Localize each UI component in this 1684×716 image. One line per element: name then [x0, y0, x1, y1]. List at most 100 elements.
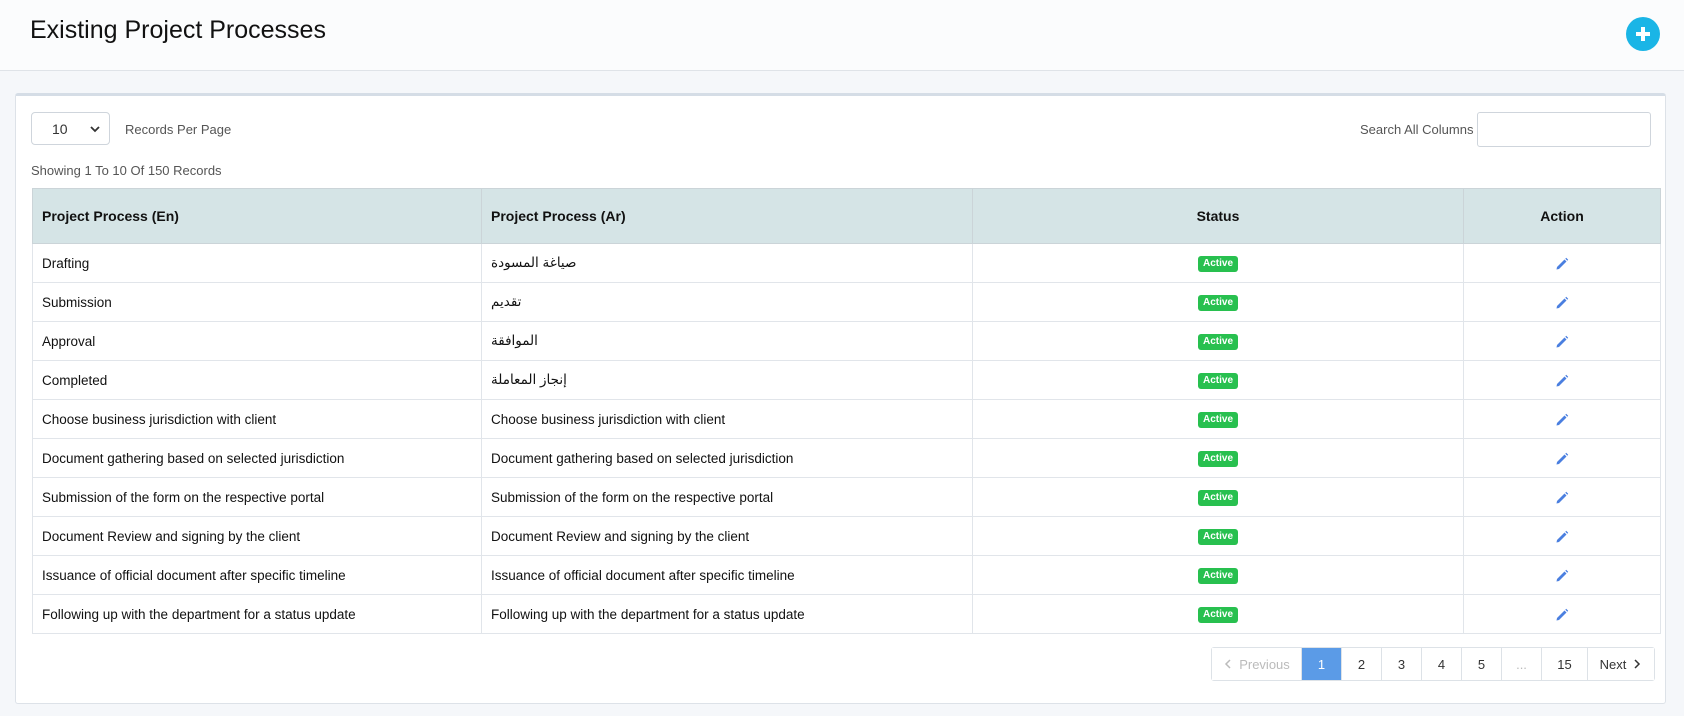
search-label: Search All Columns — [1360, 122, 1474, 137]
pagination: Previous 1 2 3 4 5 ... 15 Next — [1211, 647, 1655, 681]
page-button-15[interactable]: 15 — [1541, 648, 1587, 680]
previous-page-button[interactable]: Previous — [1212, 648, 1301, 680]
status-cell: Active — [972, 555, 1464, 595]
action-cell — [1463, 282, 1661, 322]
edit-pencil-icon[interactable] — [1555, 335, 1569, 349]
status-badge: Active — [1197, 529, 1238, 545]
page-button-2[interactable]: 2 — [1341, 648, 1381, 680]
action-cell — [1463, 360, 1661, 400]
action-cell — [1463, 399, 1661, 439]
process-name-ar: صياغة المسودة — [481, 243, 973, 283]
page-title: Existing Project Processes — [30, 16, 326, 44]
chevron-left-icon — [1225, 659, 1231, 669]
status-cell: Active — [972, 477, 1464, 517]
records-per-page-label: Records Per Page — [125, 122, 232, 137]
action-cell — [1463, 555, 1661, 595]
process-name-ar: الموافقة — [481, 321, 973, 361]
search-input[interactable] — [1477, 112, 1651, 147]
add-process-button[interactable] — [1626, 17, 1660, 51]
per-page-value: 10 — [52, 120, 68, 137]
column-header-action: Action — [1463, 188, 1661, 244]
table-row: Document Review and signing by the clien… — [32, 516, 1661, 556]
process-name-ar: تقديم — [481, 282, 973, 322]
table-header-row: Project Process (En) Project Process (Ar… — [32, 188, 1661, 244]
page-button-4[interactable]: 4 — [1421, 648, 1461, 680]
action-cell — [1463, 477, 1661, 517]
page-button-1[interactable]: 1 — [1301, 648, 1341, 680]
status-badge: Active — [1197, 451, 1238, 467]
status-badge: Active — [1197, 412, 1238, 428]
process-name-ar: Document gathering based on selected jur… — [481, 438, 973, 478]
process-name-en: Document Review and signing by the clien… — [32, 516, 482, 556]
edit-pencil-icon[interactable] — [1555, 374, 1569, 388]
process-name-ar: Choose business jurisdiction with client — [481, 399, 973, 439]
process-name-en: Submission — [32, 282, 482, 322]
table-row: Issuance of official document after spec… — [32, 555, 1661, 595]
edit-pencil-icon[interactable] — [1555, 296, 1569, 310]
process-name-ar: Following up with the department for a s… — [481, 594, 973, 634]
process-name-en: Completed — [32, 360, 482, 400]
edit-pencil-icon[interactable] — [1555, 569, 1569, 583]
table-row: Choose business jurisdiction with client… — [32, 399, 1661, 439]
table-row: Submission of the form on the respective… — [32, 477, 1661, 517]
table-row: Completed إنجاز المعاملة Active — [32, 360, 1661, 400]
action-cell — [1463, 243, 1661, 283]
page-button-3[interactable]: 3 — [1381, 648, 1421, 680]
process-name-en: Following up with the department for a s… — [32, 594, 482, 634]
action-cell — [1463, 516, 1661, 556]
process-name-ar: Submission of the form on the respective… — [481, 477, 973, 517]
process-name-en: Choose business jurisdiction with client — [32, 399, 482, 439]
next-page-button[interactable]: Next — [1587, 648, 1654, 680]
process-name-en: Drafting — [32, 243, 482, 283]
status-cell: Active — [972, 594, 1464, 634]
status-cell: Active — [972, 243, 1464, 283]
status-cell: Active — [972, 321, 1464, 361]
records-card: 10 Records Per Page Search All Columns S… — [15, 93, 1666, 704]
status-badge: Active — [1197, 568, 1238, 584]
status-cell: Active — [972, 282, 1464, 322]
plus-icon — [1636, 27, 1650, 41]
edit-pencil-icon[interactable] — [1555, 413, 1569, 427]
records-count-text: Showing 1 To 10 Of 150 Records — [31, 163, 222, 178]
edit-pencil-icon[interactable] — [1555, 452, 1569, 466]
edit-pencil-icon[interactable] — [1555, 608, 1569, 622]
process-name-ar: Document Review and signing by the clien… — [481, 516, 973, 556]
table-row: Approval الموافقة Active — [32, 321, 1661, 361]
status-badge: Active — [1197, 295, 1238, 311]
status-badge: Active — [1197, 334, 1238, 350]
processes-table: Project Process (En) Project Process (Ar… — [32, 188, 1661, 634]
process-name-ar: إنجاز المعاملة — [481, 360, 973, 400]
process-name-ar: Issuance of official document after spec… — [481, 555, 973, 595]
status-cell: Active — [972, 438, 1464, 478]
page-header: Existing Project Processes — [0, 0, 1684, 71]
process-name-en: Approval — [32, 321, 482, 361]
column-header-ar[interactable]: Project Process (Ar) — [481, 188, 973, 244]
column-header-en[interactable]: Project Process (En) — [32, 188, 482, 244]
previous-label: Previous — [1239, 656, 1290, 672]
process-name-en: Issuance of official document after spec… — [32, 555, 482, 595]
chevron-right-icon — [1634, 659, 1641, 669]
edit-pencil-icon[interactable] — [1555, 530, 1569, 544]
column-header-status[interactable]: Status — [972, 188, 1464, 244]
page-button-5[interactable]: 5 — [1461, 648, 1501, 680]
status-cell: Active — [972, 516, 1464, 556]
edit-pencil-icon[interactable] — [1555, 491, 1569, 505]
edit-pencil-icon[interactable] — [1555, 257, 1569, 271]
action-cell — [1463, 321, 1661, 361]
action-cell — [1463, 594, 1661, 634]
next-label: Next — [1599, 656, 1627, 672]
table-row: Document gathering based on selected jur… — [32, 438, 1661, 478]
process-name-en: Submission of the form on the respective… — [32, 477, 482, 517]
page-ellipsis: ... — [1501, 648, 1541, 680]
table-row: Submission تقديم Active — [32, 282, 1661, 322]
status-badge: Active — [1197, 607, 1238, 623]
records-per-page-select[interactable]: 10 — [31, 112, 110, 145]
table-row: Drafting صياغة المسودة Active — [32, 243, 1661, 283]
process-name-en: Document gathering based on selected jur… — [32, 438, 482, 478]
action-cell — [1463, 438, 1661, 478]
table-row: Following up with the department for a s… — [32, 594, 1661, 634]
status-badge: Active — [1197, 373, 1238, 389]
status-cell: Active — [972, 360, 1464, 400]
status-badge: Active — [1197, 490, 1238, 506]
chevron-down-icon — [90, 125, 100, 132]
